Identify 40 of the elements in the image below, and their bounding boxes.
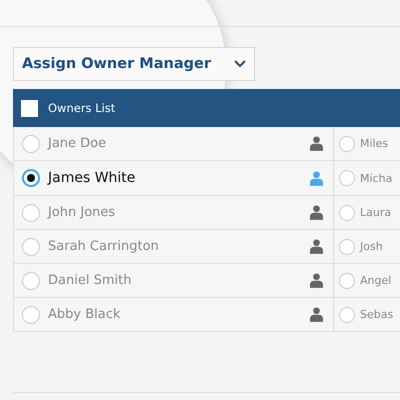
radio-button[interactable] <box>339 306 355 322</box>
radio-button[interactable] <box>22 134 40 152</box>
person-icon <box>310 307 323 322</box>
owner-name: Angel <box>360 274 392 287</box>
owner-manager-dropdown[interactable]: Assign Owner Manager <box>13 47 255 81</box>
owner-row[interactable]: Sarah Carrington <box>14 230 334 264</box>
person-icon <box>310 273 323 288</box>
owner-name: Abby Black <box>48 307 122 322</box>
owner-row[interactable]: Abby Black <box>14 298 334 332</box>
owner-name: James White <box>48 170 136 186</box>
header-label: Owners List <box>48 101 116 115</box>
owner-name: Jane Doe <box>48 136 108 151</box>
person-icon <box>310 205 323 220</box>
select-all-checkbox[interactable] <box>21 100 38 116</box>
radio-button[interactable] <box>339 136 355 152</box>
radio-button[interactable] <box>339 238 355 254</box>
radio-button[interactable] <box>339 272 355 288</box>
chevron-down-icon <box>234 60 246 68</box>
owner-name: Daniel Smith <box>48 273 132 288</box>
owner-row[interactable]: Daniel Smith <box>14 264 334 298</box>
radio-button[interactable] <box>22 169 40 187</box>
owner-name: Sebas <box>360 308 394 321</box>
owner-name: Micha <box>360 172 392 184</box>
owner-name: John Jones <box>48 205 116 220</box>
owner-name: Laura <box>360 206 392 219</box>
radio-button[interactable] <box>22 204 40 222</box>
radio-button[interactable] <box>22 306 40 324</box>
owner-row[interactable]: Jane Doe <box>14 127 334 161</box>
owner-row[interactable]: James White <box>14 161 334 196</box>
radio-button[interactable] <box>22 272 40 290</box>
owner-row[interactable]: John Jones <box>14 196 334 230</box>
radio-button[interactable] <box>339 170 355 186</box>
owner-name: Sarah Carrington <box>48 239 160 254</box>
radio-button[interactable] <box>339 204 355 220</box>
person-icon <box>310 239 323 254</box>
radio-button[interactable] <box>22 238 40 256</box>
owner-name: Josh <box>360 240 383 253</box>
owner-name: Miles <box>360 137 388 150</box>
person-icon <box>310 136 323 151</box>
person-icon <box>310 170 323 186</box>
